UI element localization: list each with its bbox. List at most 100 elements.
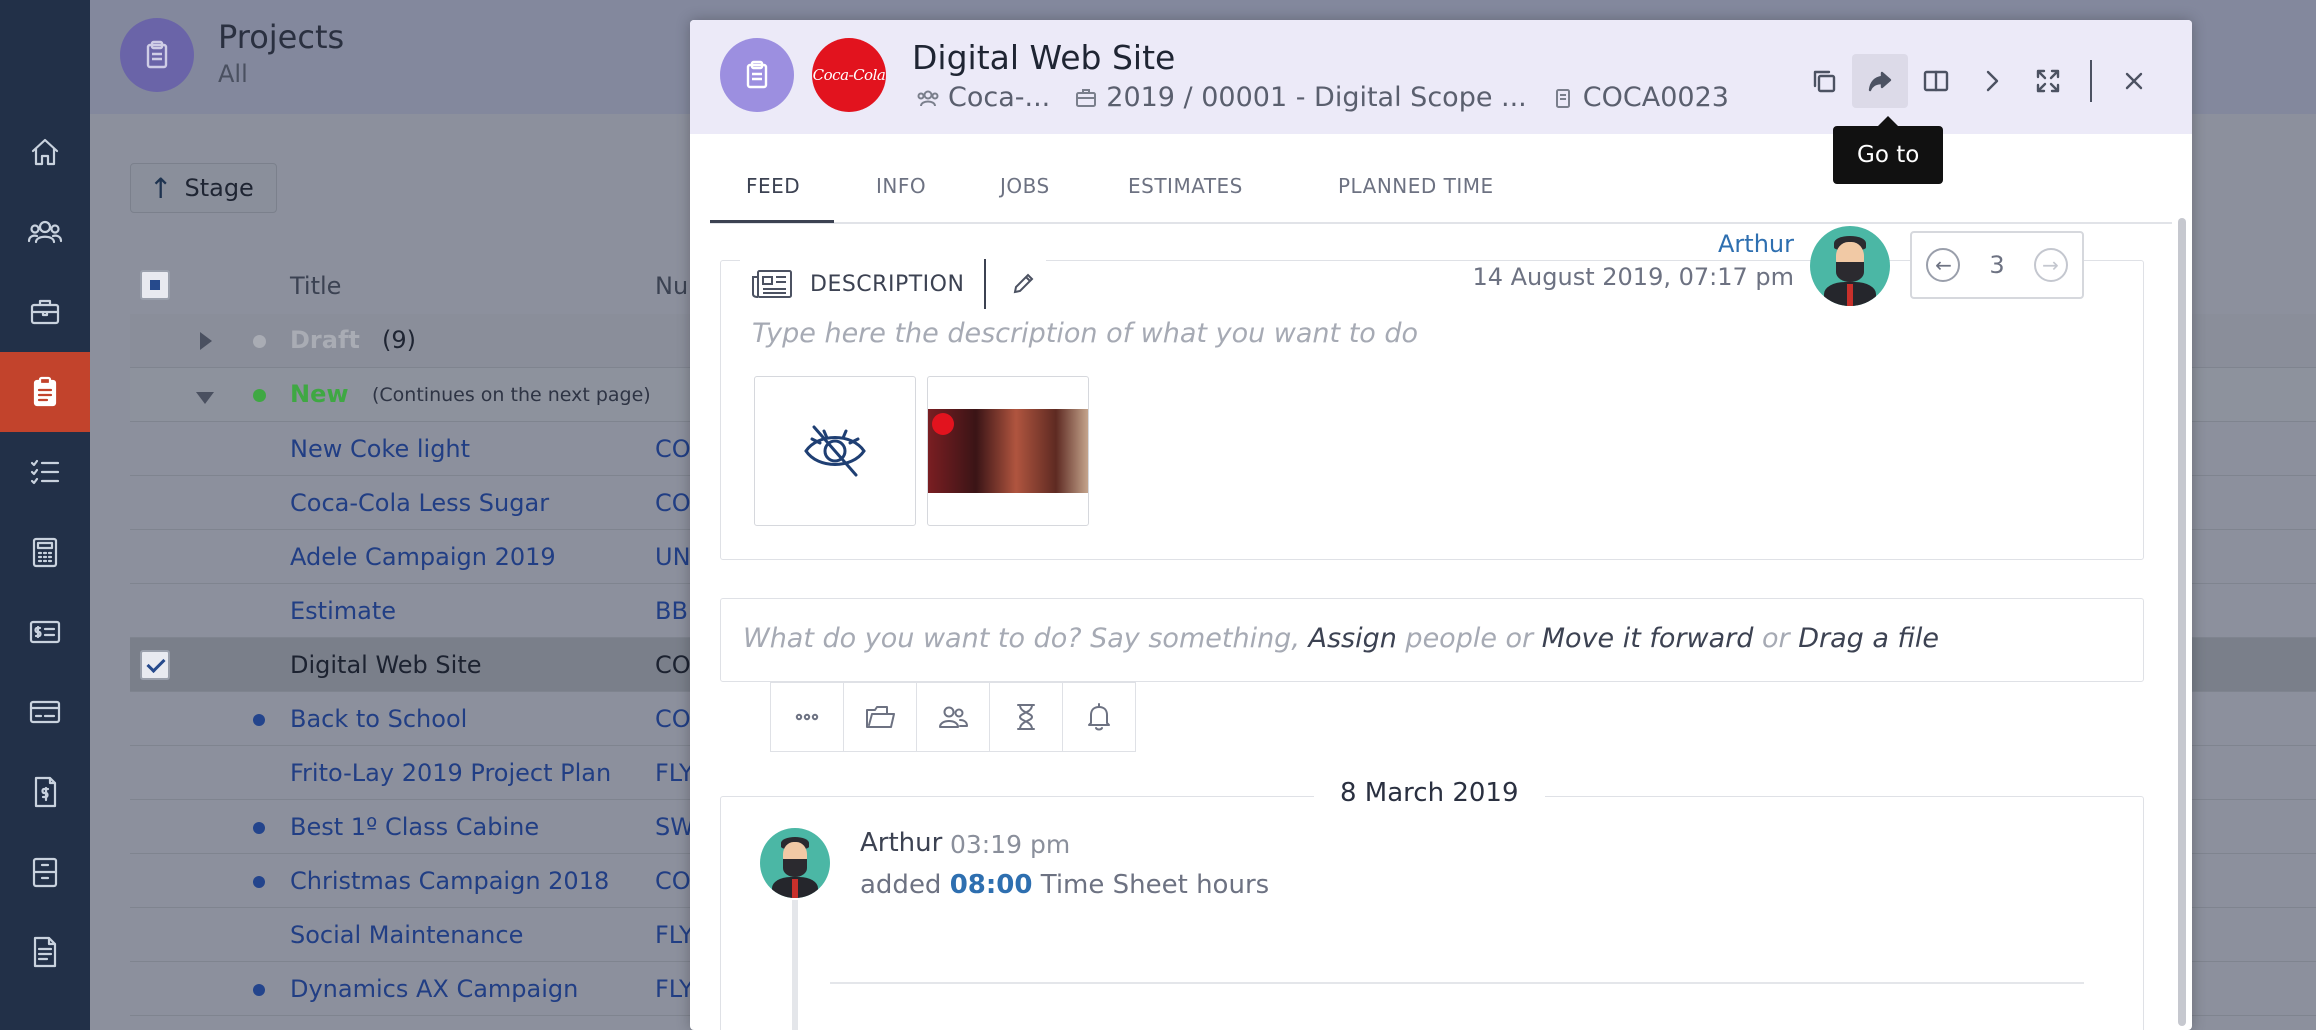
clipboard-icon <box>146 40 168 69</box>
share-forward-icon <box>1868 71 1892 92</box>
row-title[interactable]: Coca-Cola Less Sugar <box>290 489 549 517</box>
chevron-right-icon <box>1986 70 1999 92</box>
nav-projects[interactable] <box>0 352 90 432</box>
reminder-button[interactable] <box>1062 682 1136 752</box>
nav-people[interactable] <box>0 192 90 272</box>
row-title[interactable]: Best 1º Class Cabine <box>290 813 539 841</box>
tab-planned-time[interactable]: PLANNED TIME <box>1338 174 1494 198</box>
expand-icon <box>2036 69 2060 93</box>
row-title[interactable]: New Coke light <box>290 435 470 463</box>
nav-clients[interactable] <box>0 272 90 352</box>
row-number: CO <box>655 705 691 733</box>
arrow-left-icon: ← <box>1935 253 1952 277</box>
assign-people-button[interactable] <box>916 682 990 752</box>
row-title[interactable]: Back to School <box>290 705 467 733</box>
group-note: (Continues on the next page) <box>372 384 651 406</box>
meta-estimate[interactable]: 2019 / 00001 - Digital Scope ... <box>1074 82 1527 113</box>
split-view-button[interactable] <box>1908 54 1964 108</box>
feed-hours[interactable]: 08:00 <box>950 870 1033 900</box>
panel-header: Coca-Cola Digital Web Site Coca-... 2019… <box>690 20 2192 134</box>
row-number: FLY <box>655 921 694 949</box>
description-header: DESCRIPTION <box>740 256 1047 312</box>
row-title[interactable]: Social Maintenance <box>290 921 523 949</box>
select-all-checkbox[interactable] <box>140 270 170 300</box>
feed-divider <box>830 982 2084 984</box>
meta-client[interactable]: Coca-... <box>916 82 1050 113</box>
eye-off-icon <box>804 425 866 477</box>
row-checkbox[interactable] <box>140 650 170 680</box>
unread-dot <box>253 714 265 726</box>
attachment-hidden[interactable] <box>754 376 916 526</box>
attach-folder-button[interactable] <box>843 682 917 752</box>
nav-invoices[interactable] <box>0 752 90 832</box>
split-view-icon <box>1923 70 1949 92</box>
client-logo[interactable]: Coca-Cola <box>812 38 886 112</box>
tab-feed[interactable]: FEED <box>746 174 800 198</box>
duplicate-button[interactable] <box>1796 54 1852 108</box>
description-input[interactable]: Type here the description of what you wa… <box>752 318 1418 349</box>
nav-home[interactable] <box>0 112 90 192</box>
row-number: CO <box>655 435 691 463</box>
nav-calculator[interactable] <box>0 512 90 592</box>
more-button[interactable] <box>770 682 844 752</box>
previous-version-button[interactable]: ← <box>1926 248 1961 282</box>
row-title[interactable]: Christmas Campaign 2018 <box>290 867 609 895</box>
tab-estimates[interactable]: ESTIMATES <box>1128 174 1243 198</box>
go-to-button[interactable] <box>1852 54 1908 108</box>
nav-billing[interactable] <box>0 592 90 672</box>
column-number[interactable]: Nu <box>655 272 688 300</box>
project-detail-panel: Coca-Cola Digital Web Site Coca-... 2019… <box>690 20 2192 1030</box>
tab-info[interactable]: INFO <box>876 174 926 198</box>
meta-code: COCA0023 <box>1551 82 1729 113</box>
active-tab-indicator <box>710 220 834 223</box>
app-window: Projects All ↑ Stage Title Nu Draft (9) <box>0 0 2316 1030</box>
row-title[interactable]: Estimate <box>290 597 396 625</box>
row-title[interactable]: Dynamics AX Campaign <box>290 975 578 1003</box>
nav-payments[interactable] <box>0 672 90 752</box>
assign-link[interactable]: Assign <box>1308 623 1396 654</box>
description-author[interactable]: Arthur <box>1718 230 1794 258</box>
group-name: New <box>290 380 349 408</box>
nav-tasks[interactable] <box>0 432 90 512</box>
next-item-button[interactable] <box>1964 54 2020 108</box>
expand-caret-icon[interactable] <box>200 332 212 350</box>
unread-dot <box>253 822 265 834</box>
stage-sort-button[interactable]: ↑ Stage <box>130 163 277 213</box>
author-avatar[interactable] <box>1810 226 1890 306</box>
estimate-name: 2019 / 00001 - Digital Scope ... <box>1106 82 1527 113</box>
feed-timeline <box>792 900 798 1030</box>
collapse-caret-icon[interactable] <box>196 392 214 404</box>
row-title[interactable]: Frito-Lay 2019 Project Plan <box>290 759 611 787</box>
clipboard-icon <box>1555 88 1570 108</box>
composer-placeholder: What do you want to do? Say something, A… <box>743 623 1939 654</box>
version-pager: ← 3 → <box>1910 231 2084 299</box>
attachment-image[interactable] <box>927 376 1089 526</box>
main-nav <box>0 0 90 1030</box>
close-button[interactable] <box>2106 54 2162 108</box>
feed-user-name[interactable]: Arthur <box>860 828 942 858</box>
panel-scrollbar[interactable] <box>2178 218 2186 1026</box>
next-version-button[interactable]: → <box>2033 248 2068 282</box>
checklist-icon <box>30 459 60 485</box>
feed-composer[interactable]: What do you want to do? Say something, A… <box>720 598 2144 682</box>
time-button[interactable] <box>989 682 1063 752</box>
drag-file-link[interactable]: Drag a file <box>1798 623 1939 654</box>
column-title[interactable]: Title <box>290 272 341 300</box>
nav-archive[interactable] <box>0 832 90 912</box>
row-title[interactable]: Digital Web Site <box>290 651 482 679</box>
panel-title[interactable]: Digital Web Site <box>912 38 1175 77</box>
nav-documents[interactable] <box>0 912 90 992</box>
page-subtitle: All <box>218 60 248 88</box>
document-icon <box>33 936 57 968</box>
pencil-icon[interactable] <box>1010 271 1036 297</box>
stage-label: Stage <box>184 174 254 202</box>
attachment-photo <box>928 409 1088 493</box>
row-title[interactable]: Adele Campaign 2019 <box>290 543 556 571</box>
arrow-right-icon: → <box>2042 253 2059 277</box>
feed-user-avatar[interactable] <box>760 828 830 898</box>
bell-icon <box>1088 703 1110 731</box>
expand-button[interactable] <box>2020 54 2076 108</box>
move-forward-link[interactable]: Move it forward <box>1542 623 1754 654</box>
panel-tabs: FEED INFO JOBS ESTIMATES PLANNED TIME <box>710 134 2172 224</box>
tab-jobs[interactable]: JOBS <box>1000 174 1050 198</box>
